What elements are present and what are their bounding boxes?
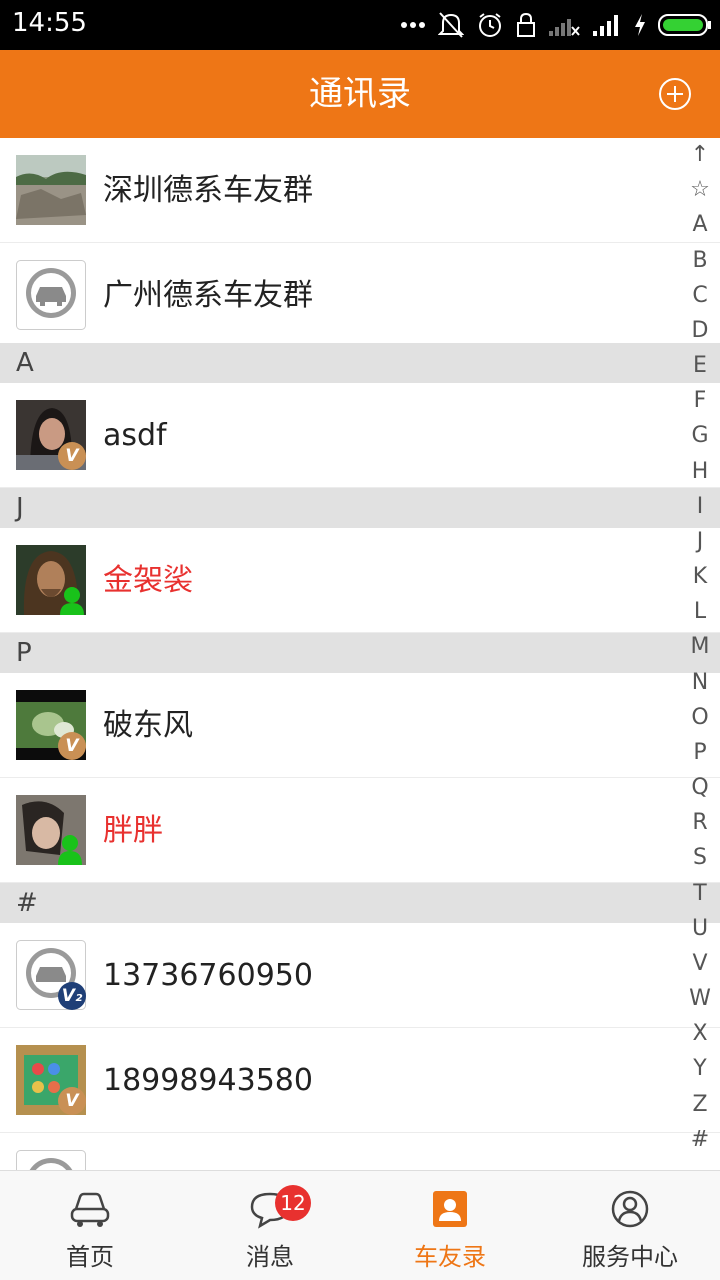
section-header: J (0, 488, 720, 528)
message-count-badge: 12 (275, 1185, 311, 1221)
lock-icon (517, 12, 535, 37)
contact-name: asdf (103, 418, 167, 453)
tab-messages[interactable]: 12 消息 (180, 1171, 360, 1280)
index-letter[interactable]: S (693, 843, 707, 873)
index-letter[interactable]: P (693, 738, 706, 768)
status-icons (400, 10, 712, 40)
vip2-badge-icon: V₂ (58, 982, 86, 1010)
tab-label: 首页 (66, 1243, 114, 1271)
index-letter[interactable]: E (693, 351, 707, 381)
more-dots-icon (401, 22, 425, 28)
contact-name: 18998943580 (103, 1063, 313, 1098)
vip-badge-icon: V (58, 1087, 86, 1115)
tab-label: 消息 (246, 1243, 294, 1271)
tab-contacts[interactable]: 车友录 (360, 1171, 540, 1280)
index-letter[interactable]: M (691, 632, 710, 662)
alphabet-index-bar[interactable]: ↑ ☆ A B C D E F G H I J K L M N O P Q R S T U V W X Y Z # (686, 140, 714, 1155)
contact-avatar: V (16, 400, 86, 470)
index-letter[interactable]: B (692, 246, 707, 276)
contact-name: 破东风 (103, 708, 193, 743)
contact-avatar: V₂ (16, 940, 86, 1010)
bottom-tab-bar: 首页 12 消息 车友录 服务中心 (0, 1170, 720, 1280)
index-letter[interactable]: A (692, 210, 707, 240)
index-letter[interactable]: Z (692, 1090, 707, 1120)
index-letter[interactable]: K (693, 562, 707, 592)
index-letter[interactable]: ☆ (690, 175, 710, 205)
index-letter[interactable]: C (692, 281, 707, 311)
contact-name: 胖胖 (103, 813, 163, 848)
index-letter[interactable]: R (692, 808, 707, 838)
index-letter[interactable]: D (692, 316, 709, 346)
tab-home[interactable]: 首页 (0, 1171, 180, 1280)
tab-label: 车友录 (414, 1243, 486, 1271)
index-letter[interactable]: V (692, 949, 707, 979)
index-letter[interactable]: # (691, 1125, 709, 1155)
group-name: 深圳德系车友群 (103, 173, 313, 208)
alarm-icon (479, 13, 501, 37)
index-letter[interactable]: I (697, 492, 704, 522)
contact-name: 金袈裟 (103, 563, 193, 598)
contact-row[interactable]: V 18998943580 (0, 1028, 720, 1133)
car-icon (70, 1192, 110, 1227)
signal-icon (593, 15, 618, 36)
battery-icon (658, 14, 711, 36)
page-title: 通讯录 (309, 74, 411, 114)
index-letter[interactable]: J (697, 527, 704, 557)
group-avatar (16, 155, 86, 225)
index-letter[interactable]: O (691, 703, 708, 733)
index-letter[interactable]: G (691, 421, 708, 451)
contact-avatar (16, 795, 86, 865)
signal-x-icon (549, 19, 580, 36)
contacts-icon (433, 1191, 467, 1227)
section-header: A (0, 343, 720, 383)
index-letter[interactable]: H (692, 457, 709, 487)
status-time: 14:55 (12, 8, 87, 38)
user-circle-icon (611, 1190, 649, 1228)
index-letter[interactable]: N (692, 668, 708, 698)
contact-avatar (16, 1150, 86, 1170)
index-letter[interactable]: Q (691, 773, 708, 803)
add-icon[interactable] (658, 77, 692, 111)
group-avatar (16, 260, 86, 330)
index-letter[interactable]: Y (693, 1054, 706, 1084)
contact-list[interactable]: 深圳德系车友群 广州德系车友群 A V asdf J 金袈裟 P V 破东风 胖… (0, 138, 720, 1170)
contact-avatar: V (16, 1045, 86, 1115)
contact-avatar: V (16, 690, 86, 760)
group-name: 广州德系车友群 (103, 278, 313, 313)
contact-row[interactable]: V 破东风 (0, 673, 720, 778)
contact-avatar (16, 545, 86, 615)
tab-label: 服务中心 (582, 1243, 678, 1271)
index-letter[interactable]: W (689, 984, 711, 1014)
contact-name: 13736760950 (103, 958, 313, 993)
charging-icon (635, 14, 645, 36)
index-letter[interactable]: X (692, 1019, 707, 1049)
contact-row[interactable]: 金袈裟 (0, 528, 720, 633)
contact-row[interactable]: V asdf (0, 383, 720, 488)
index-letter[interactable]: U (692, 914, 708, 944)
vip-badge-icon: V (58, 732, 86, 760)
index-letter[interactable]: T (693, 879, 706, 909)
bell-muted-icon (438, 12, 464, 38)
app-header: 通讯录 (0, 50, 720, 138)
tab-service-center[interactable]: 服务中心 (540, 1171, 720, 1280)
vip-badge-icon: V (58, 442, 86, 470)
group-row[interactable]: 深圳德系车友群 (0, 138, 720, 243)
contact-row[interactable]: 胖胖 (0, 778, 720, 883)
index-letter[interactable]: ↑ (691, 140, 709, 170)
section-header: P (0, 633, 720, 673)
contact-row[interactable] (0, 1133, 720, 1170)
index-letter[interactable]: F (694, 386, 707, 416)
section-header: # (0, 883, 720, 923)
group-row[interactable]: 广州德系车友群 (0, 243, 720, 348)
index-letter[interactable]: L (694, 597, 706, 627)
status-bar: 14:55 (0, 0, 720, 50)
contact-row[interactable]: V₂ 13736760950 (0, 923, 720, 1028)
